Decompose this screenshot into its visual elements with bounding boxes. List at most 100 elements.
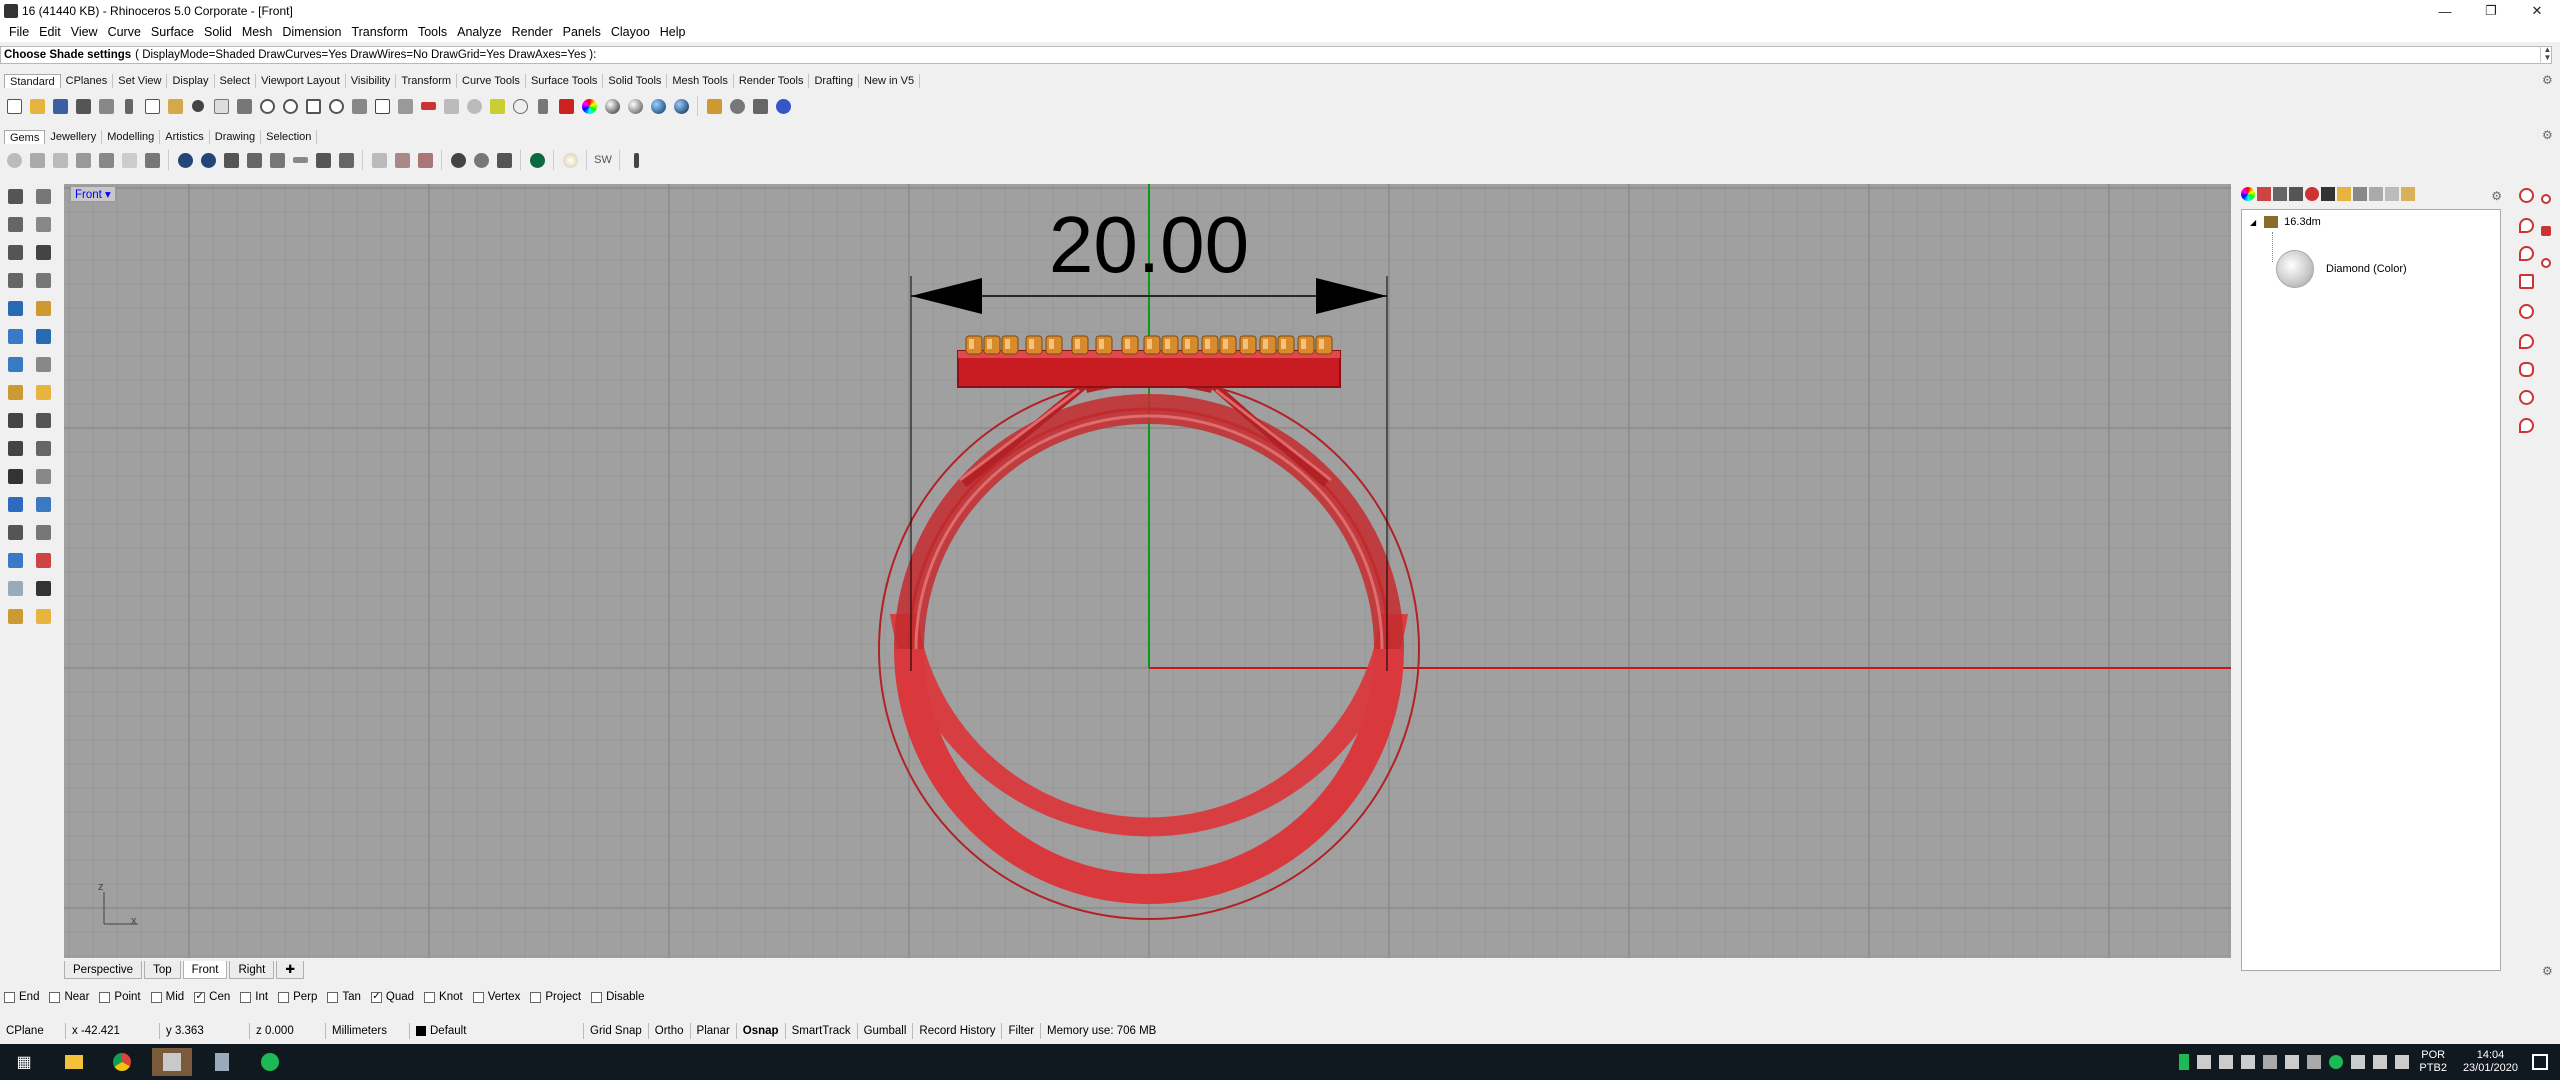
osnap-end[interactable]: End bbox=[4, 991, 39, 1003]
tray-app-icon[interactable] bbox=[2307, 1055, 2322, 1069]
layer-icon[interactable] bbox=[4, 577, 26, 599]
checkbox[interactable] bbox=[49, 991, 61, 1003]
material-icon[interactable] bbox=[625, 96, 645, 116]
band-tool-icon[interactable] bbox=[2516, 359, 2536, 379]
file-explorer-icon[interactable] bbox=[54, 1048, 94, 1076]
open-file-icon[interactable] bbox=[27, 96, 47, 116]
tab-viewport-layout[interactable]: Viewport Layout bbox=[256, 74, 346, 88]
circle-icon[interactable] bbox=[4, 241, 26, 263]
side-tool-icon[interactable] bbox=[2536, 189, 2556, 209]
tab-top[interactable]: Top bbox=[144, 960, 181, 979]
menu-dimension[interactable]: Dimension bbox=[277, 25, 346, 39]
tab-front[interactable]: Front bbox=[182, 960, 228, 979]
tray-volume-icon[interactable] bbox=[2395, 1055, 2410, 1069]
point-select-icon[interactable] bbox=[464, 96, 484, 116]
tray-network-icon[interactable] bbox=[2373, 1055, 2388, 1069]
drop-tool-icon-4[interactable] bbox=[2516, 415, 2536, 435]
cut-icon[interactable] bbox=[119, 96, 139, 116]
checkbox[interactable] bbox=[150, 991, 162, 1003]
input-language[interactable]: POR PTB2 bbox=[2419, 1049, 2447, 1075]
gem-tool-icon[interactable] bbox=[471, 150, 491, 170]
move-view-icon[interactable] bbox=[234, 96, 254, 116]
smarttrack-button[interactable]: SmartTrack bbox=[786, 1023, 858, 1039]
tray-app-icon[interactable] bbox=[2219, 1055, 2234, 1069]
osnap-knot[interactable]: Knot bbox=[424, 991, 463, 1003]
gear-icon-2[interactable]: ⚙ bbox=[2542, 128, 2553, 142]
pearl-icon[interactable] bbox=[560, 150, 580, 170]
gem-tool-icon[interactable] bbox=[175, 150, 195, 170]
layer-tree-item[interactable]: Diamond (Color) bbox=[2276, 250, 2407, 288]
render-sphere-icon[interactable] bbox=[602, 96, 622, 116]
gem-tool-icon[interactable] bbox=[27, 150, 47, 170]
save-icon[interactable] bbox=[50, 96, 70, 116]
spotify-icon[interactable] bbox=[250, 1048, 290, 1076]
gear-icon[interactable]: ⚙ bbox=[2542, 73, 2553, 87]
checkbox[interactable] bbox=[240, 991, 252, 1003]
grid-icon[interactable] bbox=[4, 521, 26, 543]
gear-icon-3[interactable]: ⚙ bbox=[2542, 964, 2553, 978]
properties-tab-icon[interactable] bbox=[2321, 187, 2335, 201]
checkbox[interactable] bbox=[424, 991, 436, 1003]
checkbox[interactable] bbox=[278, 991, 290, 1003]
print-icon[interactable] bbox=[73, 96, 93, 116]
pencil-icon[interactable] bbox=[626, 150, 646, 170]
tab-drafting[interactable]: Drafting bbox=[809, 74, 859, 88]
units-label[interactable]: Millimeters bbox=[326, 1023, 410, 1039]
chrome-icon[interactable] bbox=[102, 1048, 142, 1076]
trim-icon[interactable] bbox=[32, 409, 54, 431]
help-icon[interactable] bbox=[773, 96, 793, 116]
menu-solid[interactable]: Solid bbox=[199, 25, 237, 39]
rectangle-icon[interactable] bbox=[32, 269, 54, 291]
tab-render-tools[interactable]: Render Tools bbox=[734, 74, 810, 88]
tab-new-in-v5[interactable]: New in V5 bbox=[859, 74, 921, 88]
tab-standard[interactable]: Standard bbox=[4, 74, 61, 88]
osnap-int[interactable]: Int bbox=[240, 991, 268, 1003]
clock[interactable]: 14:04 23/01/2020 bbox=[2463, 1049, 2518, 1075]
settings-gear-icon[interactable] bbox=[727, 96, 747, 116]
gem-tool-icon[interactable] bbox=[221, 150, 241, 170]
tab-right[interactable]: Right bbox=[229, 960, 275, 979]
gem-tool-icon[interactable] bbox=[494, 150, 514, 170]
gem-tool-icon[interactable] bbox=[448, 150, 468, 170]
tab-solid-tools[interactable]: Solid Tools bbox=[603, 74, 668, 88]
current-layer[interactable]: Default bbox=[410, 1023, 584, 1039]
circle-tool-icon[interactable] bbox=[2516, 387, 2536, 407]
collapse-icon[interactable]: ◢ bbox=[2250, 218, 2256, 227]
render-icon[interactable] bbox=[671, 96, 691, 116]
lock-icon[interactable] bbox=[533, 96, 553, 116]
gem-tool-icon[interactable] bbox=[244, 150, 264, 170]
ellipse-icon[interactable] bbox=[32, 241, 54, 263]
render-tab-icon[interactable] bbox=[2305, 187, 2319, 201]
viewport-canvas[interactable]: 20.00 z x bbox=[64, 184, 2231, 958]
gem-tool-icon[interactable] bbox=[198, 150, 218, 170]
command-options[interactable]: ( DisplayMode=Shaded DrawCurves=Yes Draw… bbox=[135, 49, 596, 61]
import-icon[interactable] bbox=[96, 96, 116, 116]
new-file-icon[interactable] bbox=[4, 96, 24, 116]
gem-tool-icon[interactable] bbox=[336, 150, 356, 170]
tab-artistics[interactable]: Artistics bbox=[160, 130, 210, 144]
viewport-title[interactable]: Front ▾ bbox=[70, 186, 116, 202]
checkbox[interactable]: ✓ bbox=[370, 991, 382, 1003]
tab-surface-tools[interactable]: Surface Tools bbox=[526, 74, 604, 88]
four-views-icon[interactable] bbox=[372, 96, 392, 116]
mesh-icon[interactable] bbox=[32, 381, 54, 403]
select-arrow-icon[interactable] bbox=[4, 185, 26, 207]
gem-tool-icon[interactable] bbox=[369, 150, 389, 170]
chevron-down-icon[interactable]: ▾ bbox=[105, 189, 111, 201]
tab-selection[interactable]: Selection bbox=[261, 130, 318, 144]
environment-icon[interactable] bbox=[648, 96, 668, 116]
gumball-button[interactable]: Gumball bbox=[858, 1023, 914, 1039]
tray-app-icon[interactable] bbox=[2285, 1055, 2300, 1069]
box-icon[interactable] bbox=[4, 353, 26, 375]
tab-modelling[interactable]: Modelling bbox=[102, 130, 161, 144]
osnap-icon[interactable] bbox=[32, 577, 54, 599]
gem-tool-icon[interactable] bbox=[96, 150, 116, 170]
help-tab-icon[interactable] bbox=[2353, 187, 2367, 201]
tray-app-icon[interactable] bbox=[2241, 1055, 2256, 1069]
display-tab-icon[interactable] bbox=[2289, 187, 2303, 201]
zoom-icon[interactable] bbox=[257, 96, 277, 116]
record-history-button[interactable]: Record History bbox=[913, 1023, 1003, 1039]
cplane-label[interactable]: CPlane bbox=[0, 1023, 66, 1039]
menu-view[interactable]: View bbox=[66, 25, 103, 39]
light-icon[interactable] bbox=[32, 605, 54, 627]
